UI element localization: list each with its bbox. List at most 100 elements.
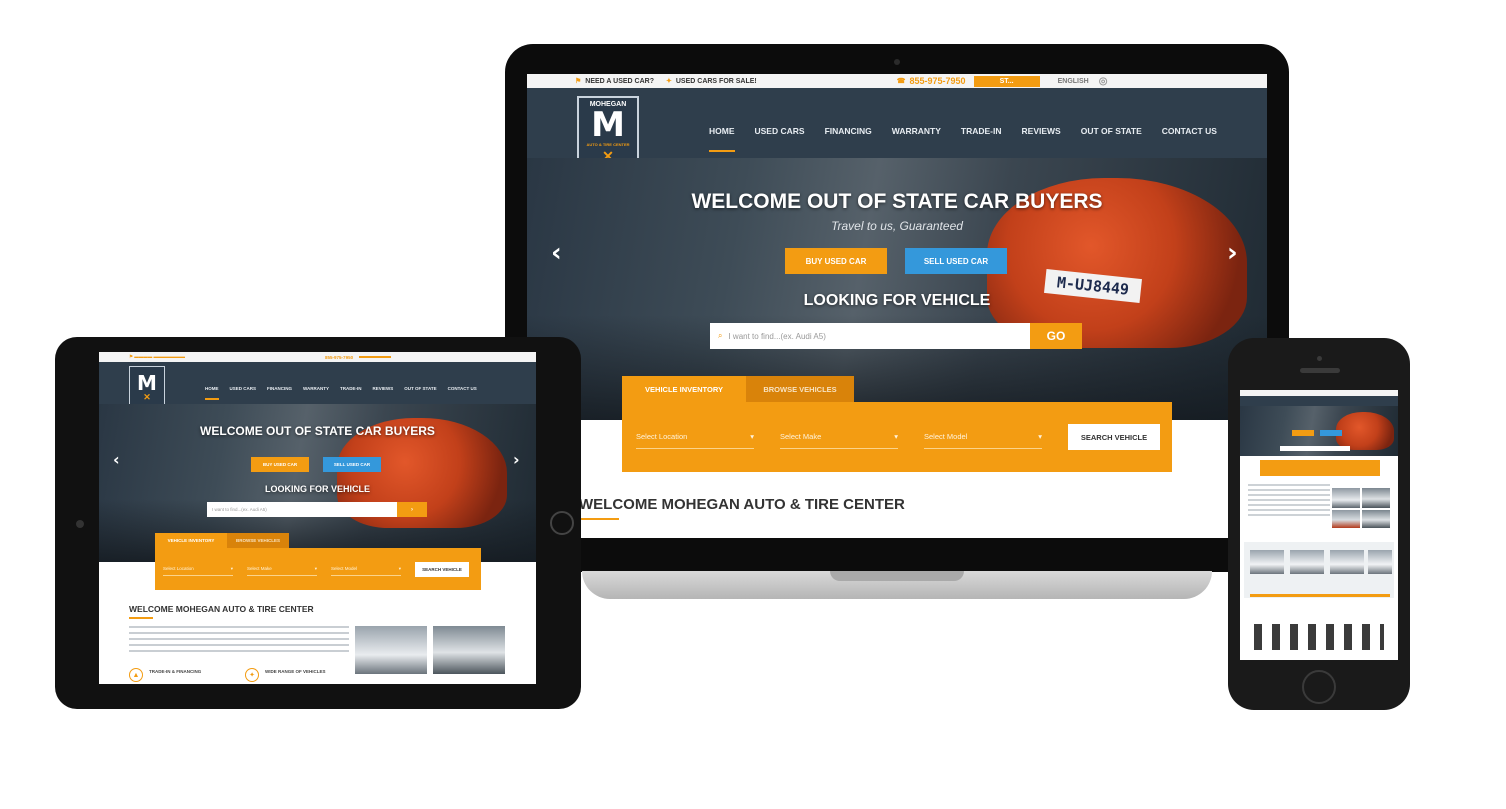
tab-vehicle-inventory[interactable]: VEHICLE INVENTORY	[155, 533, 227, 548]
nav-item-financing[interactable]: FINANCING	[267, 386, 292, 400]
select-location-label: Select Location	[636, 432, 688, 441]
nav-item-out-of-state[interactable]: OUT OF STATE	[404, 386, 436, 400]
nav-item-financing[interactable]: FINANCING	[825, 126, 872, 152]
device-mockup-stage: ⚑ NEED A USED CAR? ✦ USED CARS FOR SALE!…	[0, 0, 1506, 809]
sell-used-car-button[interactable]: SELL USED CAR	[905, 248, 1007, 274]
slider-prev-arrow[interactable]: ‹	[113, 450, 120, 469]
slider-next-arrow[interactable]: ›	[513, 450, 520, 469]
buy-used-car-button[interactable]: BUY USED CAR	[785, 248, 887, 274]
main-nav: HOME USED CARS FINANCING WARRANTY TRADE-…	[709, 126, 1217, 152]
feature-wide-range: WIDE RANGE OF VEHICLES	[265, 669, 326, 674]
search-placeholder: I want to find...(ex. Audi A5)	[728, 331, 826, 341]
tablet-filter-panel: Select Location ▾ Select Make ▾ Select Mod…	[155, 548, 481, 590]
tablet-search-input[interactable]: I want to find...(ex. Audi A5)	[207, 502, 397, 517]
select-make-label: Select Make	[247, 566, 272, 571]
select-model[interactable]: Select Model ▾	[924, 425, 1042, 449]
select-model-label: Select Model	[331, 566, 358, 571]
nav-item-trade-in[interactable]: TRADE-IN	[961, 126, 1002, 152]
nav-item-used-cars[interactable]: USED CARS	[230, 386, 257, 400]
welcome-underline	[129, 617, 153, 619]
hero-title: WELCOME OUT OF STATE CAR BUYERS	[691, 190, 1103, 213]
slider-prev-arrow[interactable]: ‹	[551, 238, 562, 268]
chevron-down-icon: ▾	[314, 565, 317, 571]
phone-filter-panel	[1260, 460, 1380, 476]
select-make-label: Select Make	[780, 432, 822, 441]
phone-icon: ☎	[896, 78, 906, 85]
inventory-tabs: VEHICLE INVENTORY BROWSE VEHICLES	[622, 376, 854, 402]
phone-search-input[interactable]	[1280, 446, 1350, 451]
phone-featured-car-2	[1290, 550, 1324, 574]
car-photo-sports	[433, 626, 505, 674]
tablet-buy-button[interactable]: BUY USED CAR	[251, 457, 309, 472]
phone-featured-car-1	[1250, 550, 1284, 574]
nav-item-warranty[interactable]: WARRANTY	[892, 126, 941, 152]
select-location[interactable]: Select Location ▾	[163, 562, 233, 576]
phone-car-photo-3	[1332, 510, 1360, 528]
phone-speaker	[1300, 368, 1340, 373]
cars-for-sale-label: USED CARS FOR SALE!	[675, 77, 757, 85]
vehicle-filter-panel: Select Location ▾ Select Make ▾ Select Mod…	[622, 402, 1172, 472]
language-select[interactable]: ENGLISH	[1058, 78, 1089, 85]
tablet-welcome-heading: WELCOME MOHEGAN AUTO & TIRE CENTER	[129, 604, 314, 614]
feature-trade-in: TRADE-IN & FINANCING	[149, 669, 202, 674]
select-model[interactable]: Select Model ▾	[331, 562, 401, 576]
chevron-down-icon: ▾	[894, 432, 898, 441]
nav-item-used-cars[interactable]: USED CARS	[755, 126, 805, 152]
tablet-nav: HOME USED CARS FINANCING WARRANTY TRADE-…	[205, 386, 477, 400]
nav-item-warranty[interactable]: WARRANTY	[303, 386, 329, 400]
select-make[interactable]: Select Make ▾	[780, 425, 898, 449]
phone-car-photo-4	[1362, 510, 1390, 528]
go-button[interactable]: GO	[1030, 323, 1082, 349]
tablet-top-bar: ⚑ ▬▬▬▬ ▬▬▬▬▬▬▬ 855-975-7950	[99, 352, 536, 362]
tablet-sell-button[interactable]: SELL USED CAR	[323, 457, 381, 472]
tablet-home-button[interactable]	[550, 511, 574, 535]
vehicle-search-bar: ⌕ I want to find...(ex. Audi A5) GO	[710, 323, 1082, 349]
welcome-underline	[579, 518, 619, 520]
tablet-topbar-cta[interactable]	[359, 356, 392, 358]
chevron-down-icon: ▾	[750, 432, 754, 441]
phone-home-button[interactable]	[1302, 670, 1336, 704]
tablet-search-title: LOOKING FOR VEHICLE	[264, 484, 370, 494]
vehicle-search-input[interactable]: ⌕ I want to find...(ex. Audi A5)	[710, 323, 1030, 349]
select-model-label: Select Model	[924, 432, 968, 441]
laptop-hinge-notch	[830, 571, 964, 581]
logo-letter: M	[591, 105, 625, 145]
tablet-screen: ⚑ ▬▬▬▬ ▬▬▬▬▬▬▬ 855-975-7950 M ✕ HOME USE…	[99, 352, 536, 684]
phone-screen	[1240, 390, 1398, 660]
phone-header	[1240, 396, 1398, 406]
tab-browse-vehicles[interactable]: BROWSE VEHICLES	[746, 376, 854, 402]
tablet-search-vehicle-button[interactable]: SEARCH VEHICLE	[415, 561, 469, 577]
tablet-search-bar: I want to find...(ex. Audi A5) ›	[207, 502, 427, 517]
nav-item-contact-us[interactable]: CONTACT US	[448, 386, 477, 400]
welcome-heading: WELCOME MOHEGAN AUTO & TIRE CENTER	[579, 496, 905, 513]
slider-next-arrow[interactable]: ›	[1227, 238, 1238, 268]
select-location[interactable]: Select Location ▾	[636, 425, 754, 449]
need-car-label: NEED A USED CAR?	[585, 77, 654, 85]
nav-item-reviews[interactable]: REVIEWS	[373, 386, 394, 400]
phone-number[interactable]: 855-975-7950	[910, 76, 966, 86]
tablet-logo-letter: M	[137, 371, 157, 395]
phone-featured-car-3	[1330, 550, 1364, 574]
tablet-phone-number[interactable]: 855-975-7950	[325, 355, 353, 360]
search-vehicle-button[interactable]: SEARCH VEHICLE	[1068, 424, 1160, 450]
phone-price-bar	[1250, 594, 1390, 597]
nav-item-contact-us[interactable]: CONTACT US	[1162, 126, 1217, 152]
phone-car-photo-2	[1362, 488, 1390, 508]
select-make[interactable]: Select Make ▾	[247, 562, 317, 576]
nav-item-out-of-state[interactable]: OUT OF STATE	[1081, 126, 1142, 152]
nav-item-home[interactable]: HOME	[205, 386, 219, 400]
nav-item-home[interactable]: HOME	[709, 126, 735, 152]
phone-featured-car-4	[1368, 550, 1392, 574]
nav-item-reviews[interactable]: REVIEWS	[1022, 126, 1061, 152]
phone-buy-button[interactable]	[1292, 430, 1314, 436]
chevron-down-icon: ▾	[230, 565, 233, 571]
wrench-cross-icon: ✕	[143, 392, 151, 402]
nav-item-trade-in[interactable]: TRADE-IN	[340, 386, 362, 400]
tablet-go-button[interactable]: ›	[397, 502, 427, 517]
globe-icon[interactable]: ◎	[1099, 76, 1108, 87]
topbar-cta-button[interactable]: ST...	[973, 75, 1040, 87]
tab-vehicle-inventory[interactable]: VEHICLE INVENTORY	[622, 376, 746, 402]
tab-browse-vehicles[interactable]: BROWSE VEHICLES	[227, 533, 289, 548]
intro-text-block	[129, 626, 349, 656]
phone-sell-button[interactable]	[1320, 430, 1342, 436]
